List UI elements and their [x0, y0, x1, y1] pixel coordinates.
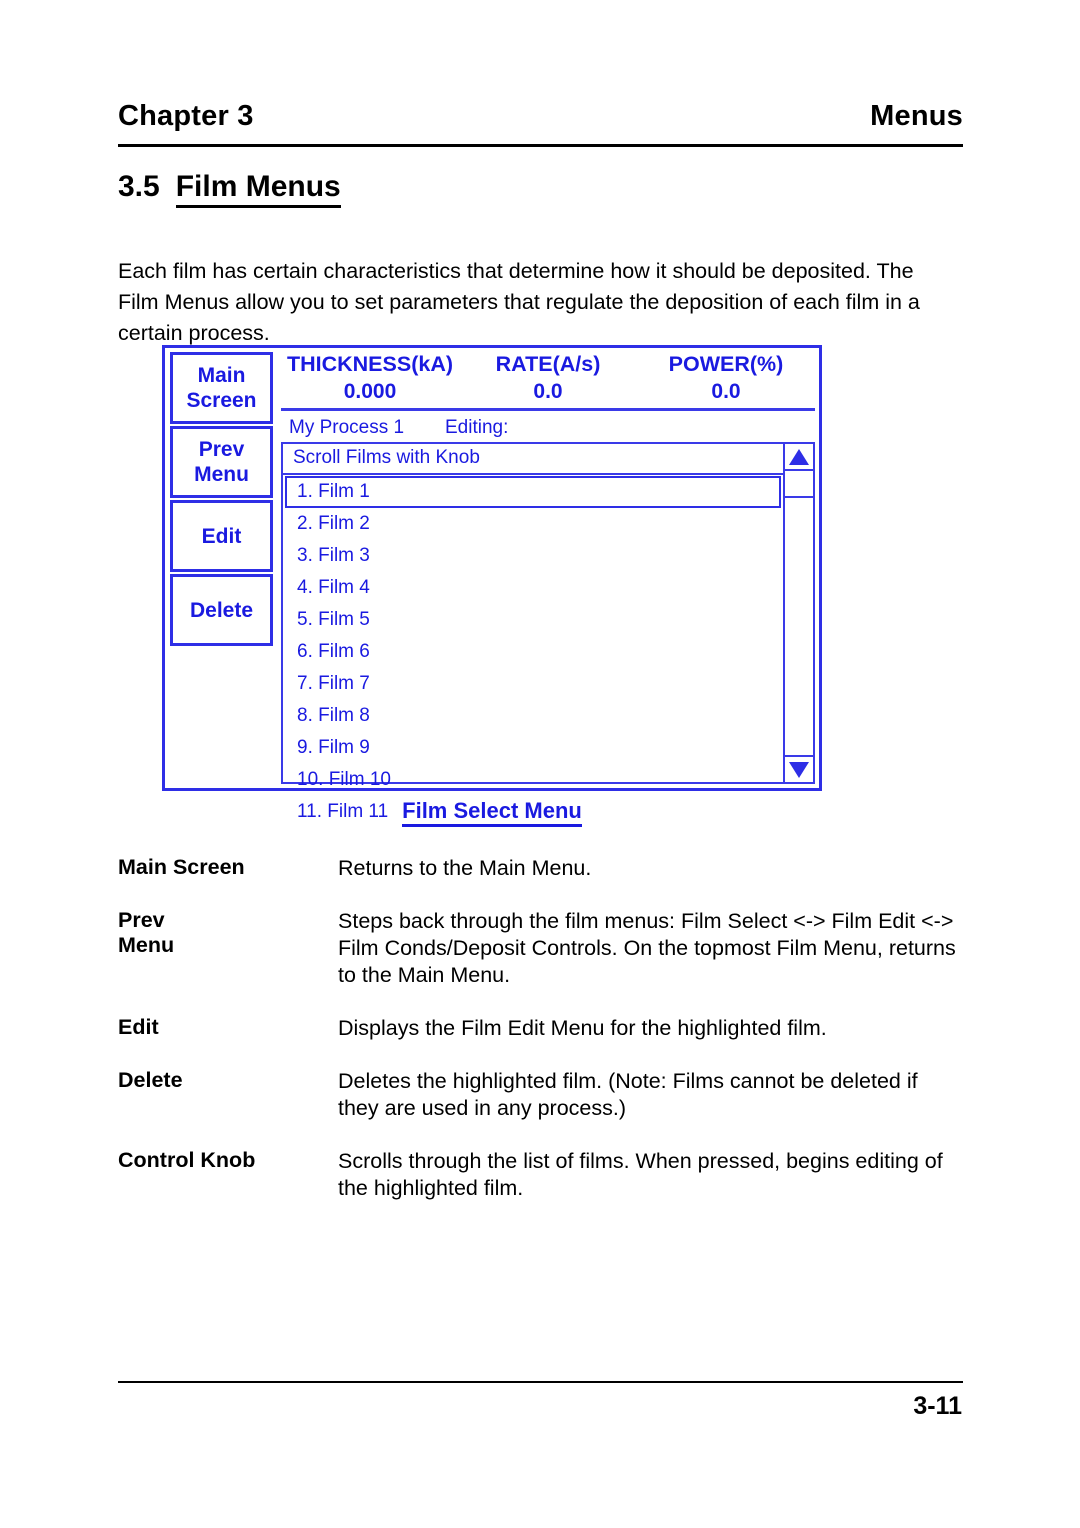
- readout-label-rate: RATE(A/s): [495, 352, 601, 376]
- triangle-up-icon[interactable]: [785, 444, 813, 471]
- readout-label-power: POWER(%): [668, 352, 784, 376]
- list-item[interactable]: 8. Film 8: [285, 700, 781, 732]
- status-line: My Process 1 Editing:: [281, 411, 815, 445]
- definition-row-prev-menu: Prev Menu Steps back through the film me…: [118, 908, 963, 989]
- header-divider: [118, 144, 963, 147]
- list-item[interactable]: 4. Film 4: [285, 572, 781, 604]
- definition-row-main-screen: Main Screen Returns to the Main Menu.: [118, 855, 963, 882]
- definition-term-line1: Main Screen: [118, 855, 245, 879]
- softkey-delete[interactable]: Delete: [170, 574, 273, 646]
- status-process-name: My Process 1: [289, 417, 405, 438]
- triangle-down-icon[interactable]: [785, 755, 813, 782]
- definition-term: Delete: [118, 1068, 338, 1122]
- film-list-panel: Scroll Films with Knob 1. Film 1 2. Film…: [281, 442, 815, 822]
- softkey-main-screen-line2: Screen: [186, 389, 257, 412]
- definition-term: Prev Menu: [118, 908, 338, 989]
- page-title: 3.5 Film Menus: [118, 170, 341, 208]
- softkey-prev-menu[interactable]: Prev Menu: [170, 426, 273, 498]
- definition-description: Steps back through the film menus: Film …: [338, 909, 956, 987]
- page-running-header: Chapter 3 Menus: [118, 100, 963, 133]
- film-list-main: Scroll Films with Knob 1. Film 1 2. Film…: [283, 444, 783, 822]
- definition-description: Displays the Film Edit Menu for the high…: [338, 1016, 827, 1040]
- status-editing-label: Editing:: [445, 417, 509, 438]
- page-number: 3-11: [913, 1392, 962, 1420]
- scrollbar-thumb[interactable]: [785, 471, 813, 498]
- definition-term: Edit: [118, 1015, 338, 1042]
- definition-term-line1: Prev: [118, 908, 165, 932]
- definition-term-line1: Edit: [118, 1015, 159, 1039]
- softkey-column: Main Screen Prev Menu Edit Delete: [170, 352, 273, 648]
- readout-labels-row: THICKNESS(kA) RATE(A/s) POWER(%): [281, 352, 815, 377]
- softkey-prev-menu-line1: Prev: [198, 438, 245, 461]
- list-item[interactable]: 5. Film 5: [285, 604, 781, 636]
- list-item[interactable]: 9. Film 9: [285, 732, 781, 764]
- list-item[interactable]: 7. Film 7: [285, 668, 781, 700]
- running-title: Menus: [870, 100, 963, 132]
- readout-value-power: 0.0: [711, 380, 741, 403]
- definition-row-edit: Edit Displays the Film Edit Menu for the…: [118, 1015, 963, 1042]
- list-item[interactable]: 2. Film 2: [285, 508, 781, 540]
- list-item[interactable]: 1. Film 1: [285, 476, 781, 508]
- figure-caption-text: Film Select Menu: [402, 798, 582, 827]
- definition-term-line1: Delete: [118, 1068, 183, 1092]
- list-item[interactable]: 6. Film 6: [285, 636, 781, 668]
- definition-term: Control Knob: [118, 1148, 338, 1202]
- section-number: 3.5: [118, 170, 160, 203]
- film-list-scrollbar[interactable]: [783, 444, 813, 782]
- definition-row-control-knob: Control Knob Scrolls through the list of…: [118, 1148, 963, 1202]
- figure-caption: Film Select Menu: [162, 798, 822, 827]
- softkey-edit-line1: Edit: [201, 524, 242, 548]
- definition-row-delete: Delete Deletes the highlighted film. (No…: [118, 1068, 963, 1122]
- footer-divider: [118, 1381, 963, 1383]
- readout-values-row: 0.000 0.0 0.0: [281, 377, 815, 404]
- film-list[interactable]: 1. Film 1 2. Film 2 3. Film 3 4. Film 4 …: [283, 475, 783, 828]
- softkey-main-screen[interactable]: Main Screen: [170, 352, 273, 424]
- list-item[interactable]: 10. Film 10: [285, 764, 781, 796]
- softkey-edit[interactable]: Edit: [170, 500, 273, 572]
- readout-value-rate: 0.0: [533, 380, 563, 403]
- readout-panel: THICKNESS(kA) RATE(A/s) POWER(%) 0.000 0…: [281, 352, 815, 445]
- definition-description: Scrolls through the list of films. When …: [338, 1149, 943, 1200]
- definition-description: Deletes the highlighted film. (Note: Fil…: [338, 1069, 918, 1120]
- film-list-title: Scroll Films with Knob: [283, 444, 783, 475]
- definition-term: Main Screen: [118, 855, 338, 882]
- definition-term-line1: Control Knob: [118, 1148, 256, 1172]
- menu-key-definitions: Main Screen Returns to the Main Menu. Pr…: [118, 855, 963, 1228]
- intro-paragraph: Each film has certain characteristics th…: [118, 258, 920, 345]
- readout-value-thickness: 0.000: [343, 380, 397, 403]
- film-select-menu-screenshot: Main Screen Prev Menu Edit Delete THICKN…: [162, 345, 822, 822]
- softkey-main-screen-line1: Main: [197, 364, 246, 387]
- softkey-prev-menu-line2: Menu: [194, 463, 249, 486]
- list-item[interactable]: 3. Film 3: [285, 540, 781, 572]
- readout-label-thickness: THICKNESS(kA): [286, 352, 454, 376]
- section-title: Film Menus: [175, 170, 341, 208]
- definition-description: Returns to the Main Menu.: [338, 856, 592, 880]
- definition-term-line2: Menu: [118, 933, 175, 957]
- softkey-delete-line1: Delete: [189, 598, 254, 622]
- chapter-label: Chapter 3: [118, 100, 254, 132]
